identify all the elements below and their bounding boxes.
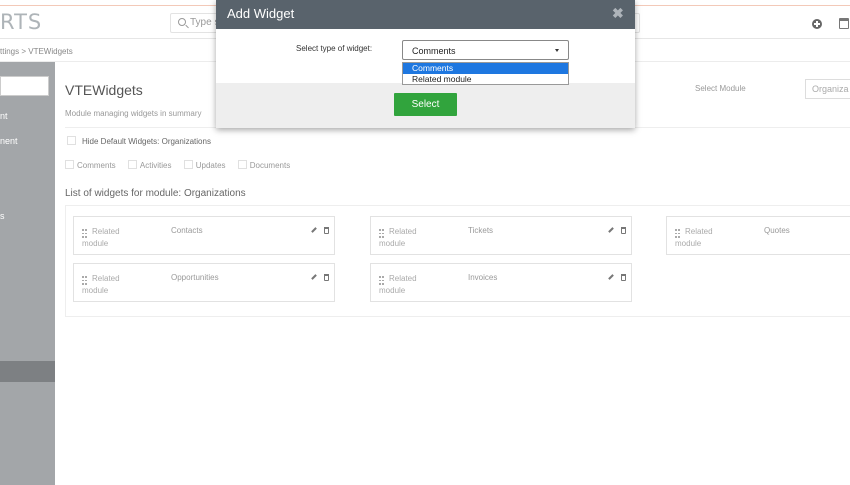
- chevron-down-icon: [555, 49, 559, 52]
- checkbox[interactable]: [237, 160, 247, 169]
- widget-type-dropdown-list: Comments Related module: [402, 62, 569, 85]
- widget-type-comments[interactable]: Comments: [65, 160, 116, 170]
- trash-icon[interactable]: [621, 227, 626, 234]
- widget-type-updates[interactable]: Updates: [183, 160, 226, 170]
- widget-card[interactable]: Related module Invoices: [370, 263, 632, 302]
- checkbox[interactable]: [65, 160, 74, 169]
- widget-name: Tickets: [468, 226, 494, 235]
- widget-type: Related module: [82, 227, 120, 248]
- calendar-icon[interactable]: [839, 18, 849, 29]
- widget-card[interactable]: Related module Contacts: [73, 216, 335, 255]
- option-comments[interactable]: Comments: [403, 63, 568, 74]
- sidebar-item-2[interactable]: s: [0, 211, 5, 221]
- widget-type: Related module: [379, 227, 417, 248]
- app-root: RTS Type s ttings > VTEWidgets nt nent s…: [0, 0, 850, 485]
- hide-default-checkbox[interactable]: [67, 136, 76, 145]
- search-icon: [178, 18, 186, 26]
- checkbox[interactable]: [183, 160, 193, 169]
- sidebar: nt nent s: [0, 62, 55, 485]
- edit-icon[interactable]: [608, 274, 614, 280]
- trash-icon[interactable]: [324, 227, 329, 234]
- widget-type-label: Documents: [249, 161, 291, 170]
- checkbox[interactable]: [127, 160, 137, 169]
- page-title: VTEWidgets: [65, 82, 143, 98]
- sidebar-item-0[interactable]: nt: [0, 111, 8, 121]
- widget-type: Related module: [82, 274, 120, 295]
- widget-type-activities[interactable]: Activities: [127, 160, 172, 170]
- modal-footer: Select: [216, 83, 635, 128]
- sidebar-search-input[interactable]: [0, 76, 49, 96]
- breadcrumb-text[interactable]: ttings > VTEWidgets: [0, 47, 73, 56]
- widget-type-select[interactable]: Comments: [402, 40, 569, 60]
- sidebar-active-item[interactable]: [0, 361, 55, 382]
- selected-value: Comments: [412, 46, 456, 56]
- hide-default-label: Hide Default Widgets: Organizations: [82, 137, 211, 146]
- select-module-dropdown[interactable]: Organiza: [805, 79, 850, 99]
- modal-header: Add Widget: [216, 0, 635, 29]
- page-description: Module managing widgets in summary: [65, 109, 202, 118]
- edit-icon[interactable]: [311, 274, 317, 280]
- widget-type-label: Activities: [139, 161, 172, 170]
- widget-type: Related module: [675, 227, 713, 248]
- widget-card[interactable]: Related module Quotes: [666, 216, 850, 255]
- edit-icon[interactable]: [608, 227, 614, 233]
- widget-type-label: Updates: [195, 161, 226, 170]
- widget-name: Invoices: [468, 273, 498, 282]
- widget-name: Contacts: [171, 226, 203, 235]
- widget-card[interactable]: Related module Tickets: [370, 216, 632, 255]
- widget-list-title: List of widgets for module: Organization…: [65, 188, 246, 199]
- widget-type-label: Comments: [77, 161, 116, 170]
- widget-types-row: Comments Activities Updates Documents: [65, 160, 300, 170]
- trash-icon[interactable]: [324, 274, 329, 281]
- add-widget-modal: Add Widget ✖ Select type of widget: Comm…: [216, 0, 635, 128]
- option-related-module[interactable]: Related module: [403, 74, 568, 85]
- widget-card[interactable]: Related module Opportunities: [73, 263, 335, 302]
- app-logo[interactable]: RTS: [0, 10, 42, 34]
- close-icon[interactable]: ✖: [612, 5, 624, 22]
- plus-circle-icon[interactable]: [812, 19, 822, 29]
- widget-type-label: Select type of widget:: [296, 44, 373, 53]
- modal-title: Add Widget: [227, 6, 295, 21]
- hide-default-widgets-row: Hide Default Widgets: Organizations: [67, 136, 211, 146]
- edit-icon[interactable]: [311, 227, 317, 233]
- widget-name: Quotes: [764, 226, 790, 235]
- widget-name: Opportunities: [171, 273, 219, 282]
- sidebar-item-1[interactable]: nent: [0, 136, 18, 146]
- trash-icon[interactable]: [621, 274, 626, 281]
- widget-type: Related module: [379, 274, 417, 295]
- widget-list-panel: Related module Contacts Related module T…: [65, 205, 850, 317]
- widget-type-documents[interactable]: Documents: [237, 160, 291, 170]
- select-button[interactable]: Select: [394, 93, 457, 116]
- select-module-label: Select Module: [695, 84, 746, 93]
